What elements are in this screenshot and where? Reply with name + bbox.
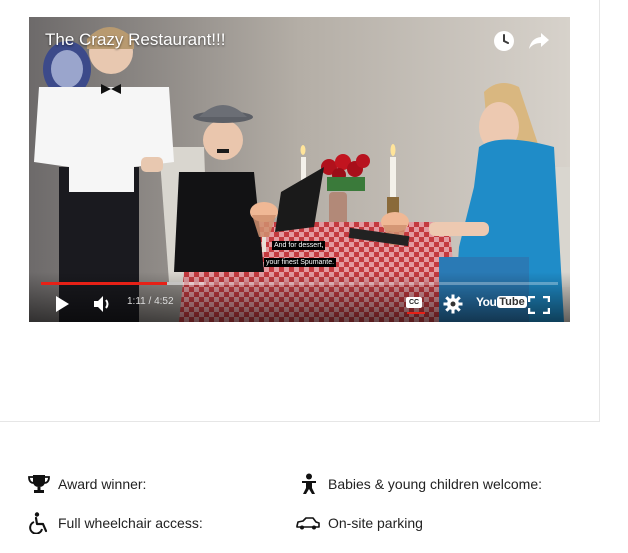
caption-line-1: And for dessert, (272, 241, 326, 250)
feature-award-winner: Award winner: (28, 473, 146, 495)
gear-icon[interactable] (443, 294, 463, 319)
feature-label: Full wheelchair access: (58, 515, 203, 531)
duration: 4:52 (154, 296, 174, 307)
cc-icon[interactable]: CC (406, 297, 422, 308)
time-display: 1:11 / 4:52 (127, 296, 174, 307)
clock-icon[interactable] (492, 29, 516, 53)
cc-active-indicator (407, 312, 425, 314)
wheelchair-icon (28, 512, 50, 534)
caption-line-2: your finest Spumante. (264, 258, 337, 267)
feature-label: Award winner: (58, 476, 147, 492)
current-time: 1:11 (127, 296, 146, 307)
youtube-logo[interactable]: You Tube (476, 295, 527, 309)
baby-icon (298, 473, 320, 495)
play-icon[interactable] (54, 295, 70, 318)
feature-label: On-site parking (328, 515, 423, 531)
video-player[interactable]: The Crazy Restaurant!!! And for dessert,… (29, 17, 570, 322)
fullscreen-icon[interactable] (527, 295, 551, 319)
features-section: Award winner: Babies & young children we… (0, 423, 628, 553)
car-icon (296, 512, 320, 534)
video-title[interactable]: The Crazy Restaurant!!! (45, 30, 225, 50)
trophy-icon (28, 473, 50, 495)
youtube-logo-you: You (476, 295, 497, 309)
feature-babies-welcome: Babies & young children welcome: (298, 473, 542, 495)
progress-bar[interactable] (41, 282, 558, 285)
progress-played (41, 282, 167, 285)
cc-label: CC (406, 297, 422, 308)
video-card: The Crazy Restaurant!!! And for dessert,… (0, 0, 600, 422)
share-icon[interactable] (527, 29, 551, 53)
volume-icon[interactable] (93, 295, 113, 318)
feature-label: Babies & young children welcome: (328, 476, 543, 492)
feature-wheelchair-access: Full wheelchair access: (28, 512, 203, 534)
feature-onsite-parking: On-site parking (296, 512, 423, 534)
youtube-logo-tube: Tube (497, 296, 527, 308)
